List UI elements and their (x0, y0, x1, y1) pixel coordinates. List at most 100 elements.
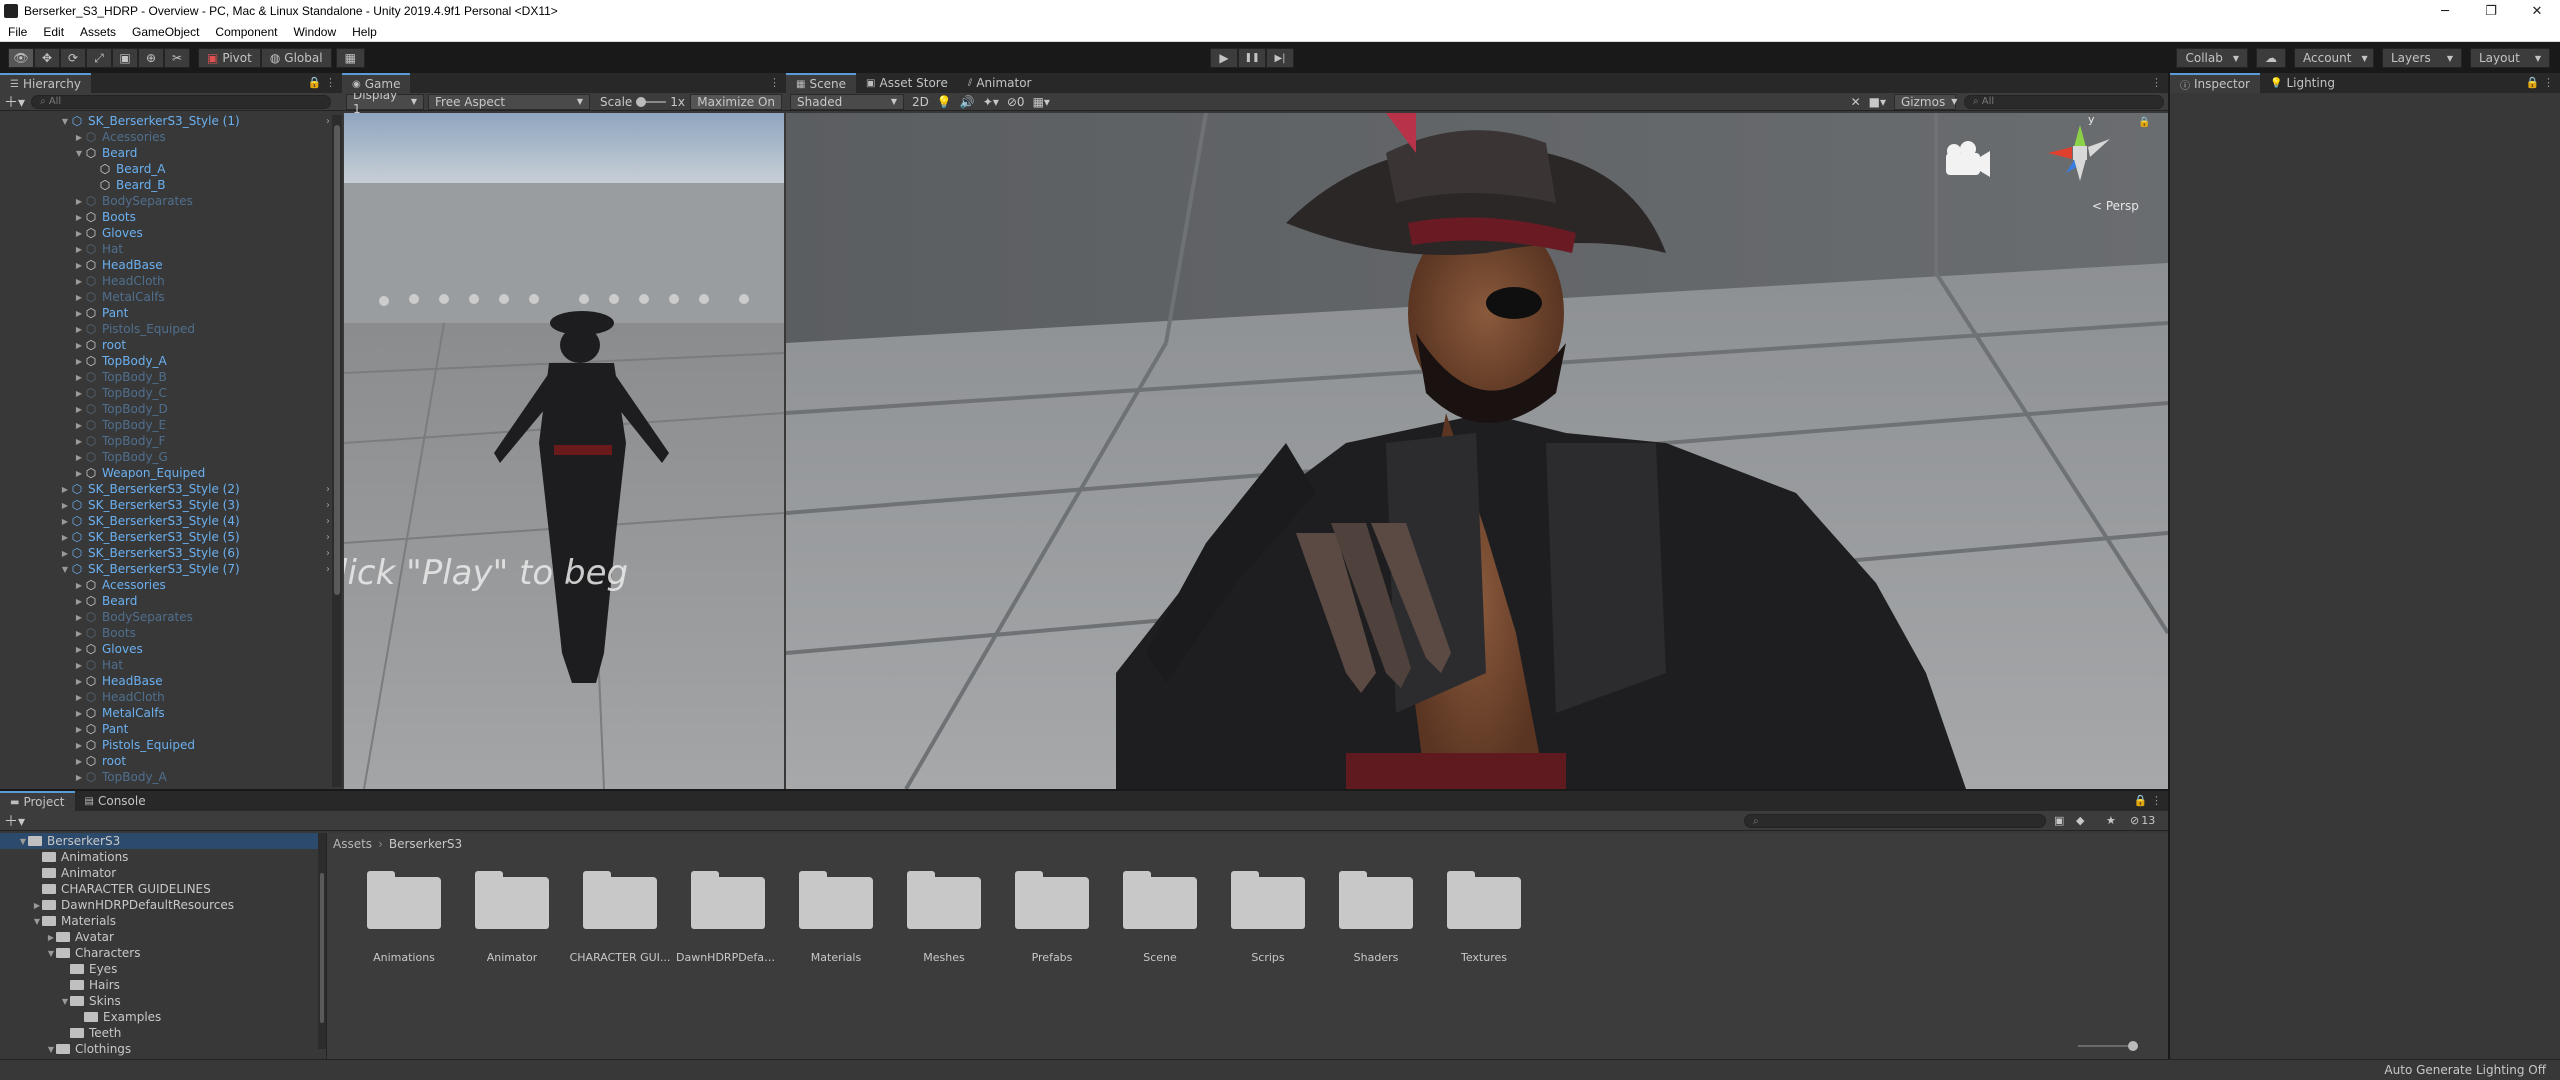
expand-arrow-right-icon[interactable]: ▶ (74, 229, 84, 238)
folder-item[interactable]: CHARACTER GUI... (566, 871, 674, 964)
hierarchy-row[interactable]: ▶ ⬡ Acessories (0, 577, 342, 593)
project-tree-row[interactable]: ▶ Avatar (0, 929, 322, 945)
panel-menu-icon[interactable]: ⋮ (769, 76, 780, 89)
scale-slider-handle[interactable] (636, 96, 647, 107)
expand-arrow-right-icon[interactable]: ▶ (60, 549, 70, 558)
hierarchy-row[interactable]: ▶ ⬡ HeadBase (0, 673, 342, 689)
tab-game[interactable]: ◉ Game (342, 73, 411, 93)
expand-arrow-down-icon[interactable]: ▼ (60, 565, 70, 574)
scrollbar-thumb[interactable] (320, 873, 324, 1023)
expand-arrow-down-icon[interactable]: ▼ (46, 949, 56, 958)
expand-arrow-right-icon[interactable]: ▶ (60, 501, 70, 510)
scene-viewport[interactable]: y 🔒 < Persp (786, 113, 2168, 789)
custom-tool-icon[interactable]: ✂ (164, 48, 190, 68)
hand-tool-icon[interactable]: 👁 (8, 48, 34, 68)
expand-arrow-right-icon[interactable]: ▶ (74, 661, 84, 670)
hierarchy-row[interactable]: ▶ ⬡ TopBody_A (0, 769, 342, 785)
expand-arrow-right-icon[interactable]: ▶ (60, 485, 70, 494)
filter-by-label-icon[interactable]: ◆ (2076, 814, 2084, 827)
layout-dropdown[interactable]: Layout ▼ (2470, 48, 2550, 68)
hierarchy-row[interactable]: ▶ ⬡ TopBody_D (0, 401, 342, 417)
folder-item[interactable]: Animator (458, 871, 566, 964)
gizmos-dropdown[interactable]: Gizmos ▼ (1894, 93, 1957, 110)
expand-arrow-right-icon[interactable]: ▶ (74, 645, 84, 654)
move-tool-icon[interactable]: ✥ (34, 48, 60, 68)
expand-arrow-down-icon[interactable]: ▼ (60, 117, 70, 126)
expand-arrow-right-icon[interactable]: ▶ (74, 469, 84, 478)
folder-item[interactable]: Shaders (1322, 871, 1430, 964)
hierarchy-row[interactable]: ▶ ⬡ HeadCloth (0, 689, 342, 705)
hierarchy-row[interactable]: ▶ ⬡ TopBody_E (0, 417, 342, 433)
expand-arrow-right-icon[interactable]: ▶ (74, 197, 84, 206)
gizmo-lock-icon[interactable]: 🔒 (2138, 117, 2150, 128)
prefab-open-chevron-icon[interactable]: › (326, 484, 330, 495)
tools-icon[interactable]: ✕ (1851, 95, 1861, 109)
prefab-open-chevron-icon[interactable]: › (326, 516, 330, 527)
project-tree-row[interactable]: Eyes (0, 961, 322, 977)
hierarchy-row[interactable]: ▶ ⬡ BodySeparates (0, 193, 342, 209)
hierarchy-row[interactable]: ▼ ⬡ SK_BerserkerS3_Style (1) › (0, 113, 342, 129)
hierarchy-row[interactable]: ▶ ⬡ Pant (0, 305, 342, 321)
tab-project[interactable]: ▬ Project (0, 791, 75, 811)
hierarchy-row[interactable]: ▶ ⬡ Beard (0, 593, 342, 609)
expand-arrow-right-icon[interactable]: ▶ (74, 309, 84, 318)
hidden-objects-icon[interactable]: ⊘0 (1007, 95, 1025, 109)
close-button[interactable]: ✕ (2514, 0, 2560, 22)
prefab-open-chevron-icon[interactable]: › (326, 532, 330, 543)
grid-snap-icon[interactable]: ▦ (335, 48, 365, 68)
hierarchy-row[interactable]: ▶ ⬡ Hat (0, 241, 342, 257)
hierarchy-row[interactable]: ▶ ⬡ MetalCalfs (0, 705, 342, 721)
hierarchy-search-input[interactable]: ⌕ All (31, 94, 332, 109)
scene-search-input[interactable]: ⌕ All (1964, 94, 2164, 109)
effects-toggle-icon[interactable]: ✦▾ (983, 95, 999, 109)
hierarchy-row[interactable]: ▶ ⬡ Gloves (0, 641, 342, 657)
scale-slider[interactable] (636, 96, 667, 107)
lighting-toggle-icon[interactable]: 💡 (937, 95, 952, 109)
project-tree-row[interactable]: ▼ Characters (0, 945, 322, 961)
project-tree-row[interactable]: ▼ Clothings (0, 1041, 322, 1057)
cloud-button[interactable]: ☁ (2256, 48, 2286, 68)
expand-arrow-right-icon[interactable]: ▶ (74, 677, 84, 686)
project-tree-row[interactable]: Hairs (0, 977, 322, 993)
expand-arrow-down-icon[interactable]: ▼ (60, 997, 70, 1006)
expand-arrow-right-icon[interactable]: ▶ (74, 709, 84, 718)
favorite-star-icon[interactable]: ★ (2106, 814, 2116, 827)
expand-arrow-right-icon[interactable]: ▶ (74, 357, 84, 366)
hierarchy-row[interactable]: ▶ ⬡ Pistols_Equiped (0, 737, 342, 753)
game-viewport[interactable]: lick "Play" to beg (344, 113, 784, 789)
project-tree-row[interactable]: Animations (0, 849, 322, 865)
expand-arrow-right-icon[interactable]: ▶ (74, 133, 84, 142)
hierarchy-row[interactable]: ▶ ⬡ TopBody_B (0, 369, 342, 385)
hierarchy-row[interactable]: ▶ ⬡ TopBody_A (0, 353, 342, 369)
prefab-open-chevron-icon[interactable]: › (326, 548, 330, 559)
expand-arrow-right-icon[interactable]: ▶ (74, 389, 84, 398)
2d-toggle[interactable]: 2D (912, 95, 929, 109)
project-tree-row[interactable]: Examples (0, 1009, 322, 1025)
menu-gameobject[interactable]: GameObject (124, 25, 207, 39)
expand-arrow-right-icon[interactable]: ▶ (74, 597, 84, 606)
expand-arrow-down-icon[interactable]: ▼ (46, 1045, 56, 1054)
filter-by-type-icon[interactable]: ▣ (2054, 814, 2064, 827)
maximize-on-play-toggle[interactable]: Maximize On (690, 93, 782, 110)
expand-arrow-right-icon[interactable]: ▶ (74, 373, 84, 382)
icon-size-slider-handle[interactable] (2128, 1041, 2138, 1051)
hierarchy-row[interactable]: ▶ ⬡ Weapon_Equiped (0, 465, 342, 481)
expand-arrow-down-icon[interactable]: ▼ (32, 917, 42, 926)
collab-dropdown[interactable]: Collab ▼ (2176, 48, 2248, 68)
hierarchy-row[interactable]: ⬡ Beard_A (0, 161, 342, 177)
restore-button[interactable]: ❐ (2468, 0, 2514, 22)
folder-item[interactable]: DawnHDRPDefaul... (674, 871, 782, 964)
expand-arrow-right-icon[interactable]: ▶ (32, 901, 42, 910)
hierarchy-row[interactable]: ▶ ⬡ HeadBase (0, 257, 342, 273)
display-dropdown[interactable]: Display 1 ▼ (346, 88, 424, 116)
hierarchy-row[interactable]: ▶ ⬡ SK_BerserkerS3_Style (6) › (0, 545, 342, 561)
expand-arrow-right-icon[interactable]: ▶ (74, 325, 84, 334)
panel-menu-icon[interactable]: ⋮ (2151, 76, 2162, 89)
project-tree-row[interactable]: CHARACTER GUIDELINES (0, 881, 322, 897)
prefab-open-chevron-icon[interactable]: › (326, 564, 330, 575)
expand-arrow-right-icon[interactable]: ▶ (74, 261, 84, 270)
menu-help[interactable]: Help (344, 25, 385, 39)
folder-item[interactable]: Scene (1106, 871, 1214, 964)
minimize-button[interactable]: ─ (2422, 0, 2468, 22)
tab-inspector[interactable]: ⓘ Inspector (2170, 73, 2260, 93)
